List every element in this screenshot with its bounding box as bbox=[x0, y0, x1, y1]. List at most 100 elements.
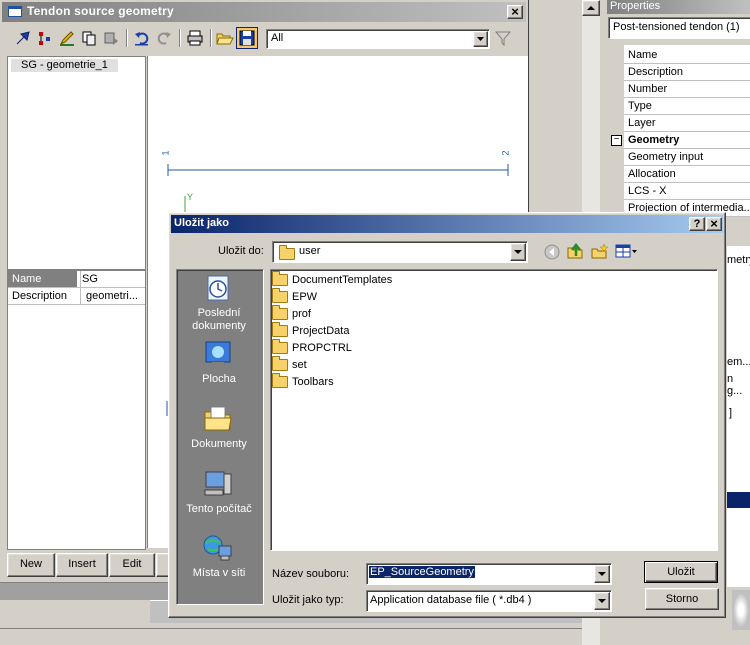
delete-icon[interactable] bbox=[102, 29, 120, 47]
chevron-down-icon bbox=[514, 250, 522, 254]
chevron-down-icon bbox=[598, 599, 606, 603]
tendon-window-title: Tendon source geometry bbox=[27, 4, 174, 18]
folder-icon bbox=[272, 356, 288, 372]
geometry-tree-panel: SG - geometrie_1 bbox=[7, 56, 146, 270]
list-item[interactable]: DocumentTemplates bbox=[272, 271, 392, 288]
place-desktop[interactable]: Plocha bbox=[180, 373, 258, 386]
my-computer-icon[interactable] bbox=[202, 468, 234, 500]
dialog-close-button[interactable]: × bbox=[706, 217, 722, 231]
file-name: Toolbars bbox=[292, 376, 334, 388]
file-name: prof bbox=[292, 308, 311, 320]
list-item[interactable]: Toolbars bbox=[272, 373, 334, 390]
folder-icon bbox=[272, 305, 288, 321]
desktop-icon[interactable] bbox=[202, 338, 234, 370]
list-item[interactable]: EPW bbox=[272, 288, 317, 305]
dialog-help-button[interactable]: ? bbox=[689, 217, 705, 231]
new-folder-icon[interactable] bbox=[591, 242, 609, 260]
file-name: ProjectData bbox=[292, 325, 350, 337]
place-network[interactable]: Místa v síti bbox=[180, 567, 258, 580]
axis-label-y: Y bbox=[187, 192, 194, 202]
prop-group-geometry[interactable]: Geometry bbox=[624, 132, 750, 149]
mini-prop-divider bbox=[80, 271, 81, 305]
edit-button[interactable]: Edit bbox=[109, 553, 155, 577]
tree-item-geometry[interactable]: SG - geometrie_1 bbox=[11, 59, 118, 72]
filename-label: Název souboru: bbox=[272, 568, 350, 580]
tendon-title-bar[interactable]: Tendon source geometry × bbox=[2, 2, 526, 22]
filter-dropdown-arrow[interactable] bbox=[473, 31, 488, 47]
prop-row-description[interactable]: Description bbox=[624, 64, 750, 81]
recent-documents-icon[interactable] bbox=[202, 272, 234, 304]
view-menu-icon[interactable] bbox=[615, 243, 639, 259]
save-button[interactable]: Uložit bbox=[644, 561, 718, 583]
edit-pencil-icon[interactable] bbox=[58, 29, 76, 47]
list-item[interactable]: PROPCTRL bbox=[272, 339, 352, 356]
copy-icon[interactable] bbox=[80, 29, 98, 47]
file-name: set bbox=[292, 359, 307, 371]
filetype-dropdown-arrow[interactable] bbox=[594, 592, 610, 610]
folder-icon bbox=[279, 245, 295, 260]
prop-row-lcs-x[interactable]: LCS - X bbox=[624, 183, 750, 200]
prop-row-type[interactable]: Type bbox=[624, 98, 750, 115]
prop-row-name[interactable]: Name bbox=[624, 47, 750, 64]
filter-dropdown[interactable]: All bbox=[266, 29, 490, 49]
filename-dropdown-arrow[interactable] bbox=[594, 565, 610, 583]
filetype-dropdown[interactable]: Application database file ( *.db4 ) bbox=[366, 590, 612, 612]
window-app-icon bbox=[8, 6, 22, 17]
insert-button[interactable]: Insert bbox=[56, 553, 108, 577]
mini-prop-name: Description bbox=[12, 290, 68, 302]
save-in-value: user bbox=[299, 245, 321, 257]
tendon-toolbar: All bbox=[8, 26, 523, 52]
filename-value: EP_SourceGeometry bbox=[369, 566, 475, 578]
new-button[interactable]: New bbox=[7, 553, 55, 577]
prop-selected-row bbox=[727, 492, 750, 508]
prop-row-number[interactable]: Number bbox=[624, 81, 750, 98]
mini-prop-row[interactable]: Name SG bbox=[8, 271, 145, 288]
open-folder-icon[interactable] bbox=[216, 29, 234, 47]
list-item[interactable]: prof bbox=[272, 305, 311, 322]
insert-node-icon[interactable] bbox=[36, 29, 54, 47]
folder-icon bbox=[272, 373, 288, 389]
prop-row-geometry-input[interactable]: Geometry input bbox=[624, 149, 750, 166]
save-disk-icon[interactable] bbox=[238, 29, 256, 47]
toolbar-separator bbox=[210, 29, 212, 47]
tendon-close-button[interactable]: × bbox=[507, 5, 523, 19]
scroll-up-button[interactable] bbox=[582, 0, 600, 16]
print-icon[interactable] bbox=[186, 29, 204, 47]
mini-prop-name: Name bbox=[8, 271, 77, 287]
undo-icon[interactable] bbox=[133, 29, 151, 47]
mini-prop-value: SG bbox=[82, 273, 98, 285]
folder-icon bbox=[272, 339, 288, 355]
my-documents-icon[interactable] bbox=[202, 402, 234, 434]
node-label-1: 1 bbox=[160, 150, 171, 156]
mini-prop-row[interactable]: Description geometri... bbox=[8, 288, 145, 305]
place-my-computer[interactable]: Tento počítač bbox=[180, 503, 258, 516]
prop-row-layer[interactable]: Layer bbox=[624, 115, 750, 132]
list-item[interactable]: ProjectData bbox=[272, 322, 350, 339]
back-arrow-icon[interactable] bbox=[544, 244, 560, 260]
place-recent-documents[interactable]: Poslední dokumenty bbox=[180, 307, 258, 333]
network-places-icon[interactable] bbox=[202, 532, 234, 564]
save-in-dropdown[interactable]: user bbox=[272, 241, 528, 263]
collapse-geometry-icon[interactable]: − bbox=[611, 135, 622, 146]
file-name: PROPCTRL bbox=[292, 342, 352, 354]
select-tool-icon[interactable] bbox=[14, 29, 32, 47]
save-in-dropdown-arrow[interactable] bbox=[510, 243, 526, 261]
mini-prop-value: geometri... bbox=[86, 290, 138, 302]
folder-icon bbox=[272, 322, 288, 338]
prop-row-allocation[interactable]: Allocation bbox=[624, 166, 750, 183]
cancel-button[interactable]: Storno bbox=[645, 588, 719, 610]
filename-input[interactable]: EP_SourceGeometry bbox=[366, 563, 612, 585]
file-list[interactable] bbox=[270, 269, 718, 551]
filter-funnel-icon[interactable] bbox=[494, 29, 512, 47]
scroll-up-arrow-icon bbox=[587, 6, 595, 10]
place-my-documents[interactable]: Dokumenty bbox=[180, 438, 258, 451]
redo-icon[interactable] bbox=[155, 29, 173, 47]
dialog-title-bar[interactable]: Uložit jako ? × bbox=[171, 215, 723, 233]
chevron-down-icon bbox=[477, 37, 484, 41]
up-folder-icon[interactable] bbox=[567, 242, 585, 260]
list-item[interactable]: set bbox=[272, 356, 307, 373]
chevron-down-icon bbox=[598, 572, 606, 576]
prop-fragment: n g... bbox=[727, 373, 743, 397]
prop-fragment: em... bbox=[727, 356, 750, 368]
properties-object-select[interactable]: Post-tensioned tendon (1) bbox=[608, 17, 750, 39]
